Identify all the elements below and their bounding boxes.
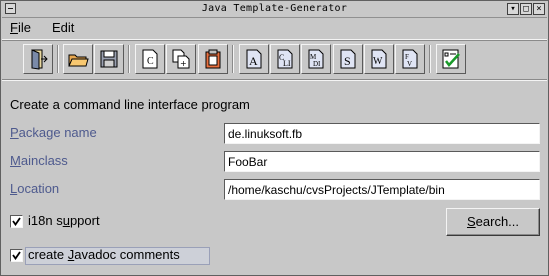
checklist-button[interactable] [436,44,466,74]
app-window: Java Template-Generator ▾ □ × File Edit [0,0,549,276]
template-cli-icon: C LI [277,49,293,69]
clipboard-icon [205,49,221,69]
save-floppy-icon [100,50,118,68]
menu-file-label: ile [17,20,31,35]
menu-bar: File Edit [2,18,547,40]
svg-text:DI: DI [313,60,321,68]
menu-file-mnemonic: F [10,20,18,35]
toolbar-separator [232,45,234,73]
checkmark-icon [12,217,21,226]
maximize-button[interactable]: □ [520,3,532,15]
search-button-mnemonic: S [466,214,476,229]
i18n-label-pre: i18n s [28,213,63,228]
svg-text:W: W [373,56,383,67]
svg-text:S: S [344,54,351,68]
title-bar: Java Template-Generator ▾ □ × [2,2,547,18]
package-label: Package name [10,125,97,140]
search-button[interactable]: Search... [446,208,540,236]
package-label-mnemonic: P [10,125,19,140]
template-cli-button[interactable]: C LI [270,44,300,74]
template-fv-icon: F V [402,49,418,69]
menu-edit[interactable]: Edit [52,20,74,35]
package-name-field[interactable]: de.linuksoft.fb [224,123,540,144]
toolbar: C + A C LI M DI S W F V [2,41,547,80]
location-field[interactable]: /home/kaschu/cvsProjects/JTemplate/bin [224,179,540,200]
javadoc-label[interactable]: create Javadoc comments [28,247,180,262]
add-file-button[interactable]: + [166,44,196,74]
form-heading: Create a command line interface program [10,97,250,112]
template-w-icon: W [371,49,387,69]
template-s-button[interactable]: S [333,44,363,74]
location-label: Location [10,181,59,196]
exit-button[interactable] [23,44,53,74]
template-s-icon: S [340,49,356,69]
minimize-button[interactable]: ▾ [507,3,519,15]
clipboard-button[interactable] [198,44,228,74]
new-class-button[interactable]: C [135,44,165,74]
close-button[interactable]: × [533,3,545,15]
menu-file[interactable]: File [10,20,31,35]
open-folder-icon [68,54,89,67]
mainclass-field[interactable]: FooBar [224,151,540,172]
javadoc-checkbox[interactable] [10,249,23,262]
svg-text:A: A [249,54,258,68]
checklist-icon [442,49,460,69]
template-fv-button[interactable]: F V [395,44,425,74]
mainclass-label-mnemonic: M [10,153,21,168]
mainclass-label-text: ainclass [20,153,68,168]
checkmark-icon [12,251,21,260]
open-button[interactable] [63,44,93,74]
location-label-text: ocation [17,181,60,196]
template-a-icon: A [246,49,262,69]
i18n-label[interactable]: i18n support [28,213,100,228]
javadoc-label-rest: avadoc comments [74,247,180,262]
search-button-label: earch... [475,214,520,229]
svg-text:V: V [407,60,412,68]
toolbar-separator [57,45,59,73]
toolbar-separator [429,45,431,73]
svg-text:LI: LI [283,59,291,68]
template-mdi-button[interactable]: M DI [301,44,331,74]
toolbar-separator [128,45,130,73]
i18n-label-mnemonic: u [62,213,70,228]
template-a-button[interactable]: A [239,44,269,74]
save-button[interactable] [94,44,124,74]
i18n-checkbox[interactable] [10,215,23,228]
window-title: Java Template-Generator [201,3,348,14]
exit-door-icon [31,49,48,70]
javadoc-label-pre: create [28,247,68,262]
i18n-label-rest: pport [69,213,100,228]
svg-text:+: + [180,59,187,68]
svg-text:C: C [147,56,154,67]
add-file-icon: + [172,49,190,69]
mainclass-label: Mainclass [10,153,68,168]
package-label-text: ackage name [18,125,97,140]
template-w-button[interactable]: W [364,44,394,74]
new-class-icon: C [142,49,158,69]
template-mdi-icon: M DI [308,49,324,69]
